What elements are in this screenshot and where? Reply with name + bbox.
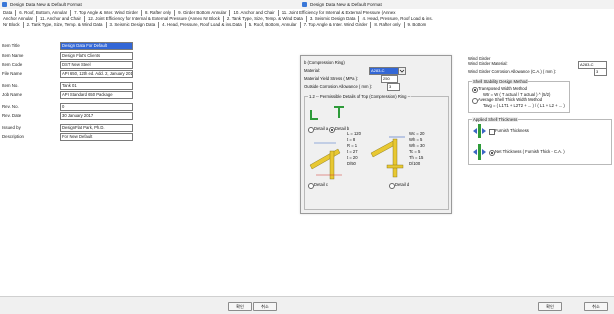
net-thickness-label[interactable]: Net Thickness ( Furnish Thick - C.A. ) — [495, 149, 565, 154]
average-formula: Tavg = ( L1T1 + L2T2 + ... ) / ( L1 + L2… — [483, 103, 565, 108]
form-row-input[interactable]: 0 — [60, 103, 133, 111]
net-thickness-icon — [473, 144, 486, 160]
detail-c-label[interactable]: Detail c — [314, 182, 328, 187]
left-window-title: Design Data New & Default Format — [10, 2, 82, 7]
tab-item[interactable]: 7. Top Angle & Inter. Wind Girder — [299, 22, 371, 28]
form-row-label: File Name — [2, 71, 23, 76]
left-window-title-bar: Design Data New & Default Format — [0, 0, 310, 9]
wind-material-label: Wind Girder Material: — [468, 61, 508, 66]
wind-corrosion-label: Wind Girder Corrosion Allowance (C.A.) (… — [468, 69, 557, 74]
applied-thickness-group: Applied Shell Thickness Furnish Thicknes… — [468, 117, 612, 165]
form-row-label: Item No. — [2, 83, 19, 88]
cancel-button-left[interactable]: 취소 — [253, 302, 277, 311]
left-form-pane: Item Title Design Data For Default Item Na… — [0, 30, 300, 296]
form-row-input[interactable]: DesignFlat Park, Ph.D. — [60, 124, 133, 132]
compression-ring-dialog: b (Compression Ring) Material: A283-C Ma… — [300, 55, 452, 214]
form-row-input[interactable]: Design Flat's Clients — [60, 52, 133, 60]
furnish-thickness-icon — [473, 124, 486, 138]
detail-d-label[interactable]: Detail d — [395, 182, 409, 187]
form-row-label: Description — [2, 134, 24, 139]
tab-item[interactable]: Nr Block — [0, 22, 23, 28]
form-row: Rev. Date 30 January 2017 — [0, 112, 300, 120]
form-row: File Name API 650, 12th ed. Add. 2, Janua… — [0, 70, 300, 78]
yield-stress-label: Material Yield Stress ( MPa ): — [304, 76, 359, 81]
form-row-label: Job Name — [2, 92, 23, 97]
form-row: Item Title Design Data For Default — [0, 42, 300, 50]
average-thick-label[interactable]: Average Shell Thick Width Method — [478, 97, 542, 102]
permissible-details-group: 1.2 -- Permissible Details of Top (Compr… — [304, 94, 449, 210]
form-row-label: Item Name — [2, 53, 24, 58]
furnish-thickness-label[interactable]: Furnish Thickness — [495, 128, 529, 133]
permissible-details-title: 1.2 -- Permissible Details of Top (Compr… — [308, 94, 412, 99]
form-row: Description For New Default — [0, 133, 300, 141]
form-row-label: Rev. Date — [2, 113, 22, 118]
form-row: Item Code DST New Steel — [0, 61, 300, 69]
tab-item[interactable]: 8. Rafter only — [370, 22, 403, 28]
form-row-input[interactable]: API Standard 650 Package — [60, 91, 133, 99]
form-row: Item Name Design Flat's Clients — [0, 52, 300, 60]
detail-b-diagram — [334, 106, 344, 118]
bottom-button-bar: 확인 취소 확인 취소 — [0, 296, 614, 314]
form-row-input[interactable]: Tank 01 — [60, 82, 133, 90]
corrosion-input[interactable]: 3 — [387, 83, 400, 91]
compression-ring-diagram — [309, 142, 342, 180]
form-row: Item No. Tank 01 — [0, 82, 300, 90]
form-row-input[interactable]: Design Data For Default — [60, 42, 133, 50]
dimension-value: D/50 — [347, 161, 356, 166]
form-row-input[interactable]: For New Default — [60, 133, 133, 141]
app-icon — [2, 2, 7, 7]
stability-method-title: Shell Stability Design Method — [472, 79, 529, 84]
yield-stress-input[interactable]: 250 — [381, 75, 398, 83]
transposed-width-label[interactable]: Transposed Width Method — [478, 86, 527, 91]
right-settings-panel: Wind Girder Wind Girder Material: A283-C… — [465, 55, 614, 205]
right-window-title: Design Data New & Default Format — [310, 2, 382, 7]
compression-ring-diagram-2 — [370, 136, 405, 178]
chevron-down-icon[interactable] — [398, 67, 406, 75]
dialog-header: b (Compression Ring) — [304, 60, 345, 65]
material-label: Material: — [304, 68, 321, 73]
form-row: Issued by DesignFlat Park, Ph.D. — [0, 124, 300, 132]
form-row-input[interactable]: API 650, 12th ed. Add. 2, January 2016 — [60, 70, 133, 78]
ok-button-right[interactable]: 확인 — [538, 302, 562, 311]
tab-item[interactable]: 4. Head, Pressure, Roof Load & ins.Data — [158, 22, 245, 28]
form-row-input[interactable]: DST New Steel — [60, 61, 133, 69]
cancel-button-right[interactable]: 취소 — [584, 302, 608, 311]
tab-item[interactable]: 5. Roof, Bottom, Annular — [244, 22, 300, 28]
app-icon — [302, 2, 307, 7]
tab-item[interactable]: 9. Bottom — [403, 22, 430, 28]
detail-a-diagram — [310, 110, 318, 120]
form-row-label: Rev. No. — [2, 104, 19, 109]
corrosion-label: Outside Corrosion Allowance ( mm ): — [304, 84, 373, 89]
wind-corrosion-input[interactable]: 3 — [594, 68, 607, 76]
form-row-label: Issued by — [2, 125, 21, 130]
right-window-title-bar: Design Data New & Default Format — [300, 0, 614, 9]
form-row-label: Item Code — [2, 62, 23, 67]
applied-thickness-title: Applied Shell Thickness — [472, 117, 519, 122]
tab-item[interactable]: 3. Seismic Design Data — [105, 22, 159, 28]
tab-row-3: Nr Block 2. Tank Type, Size, Temp. & Wind… — [0, 22, 614, 28]
form-row: Rev. No. 0 — [0, 103, 300, 111]
form-row: Job Name API Standard 650 Package — [0, 91, 300, 99]
wind-girder-group: Wind Girder Wind Girder Material: A283-C… — [468, 56, 610, 76]
tab-item[interactable]: 2. Tank Type, Size, Temp. & Wind Data — [22, 22, 106, 28]
ok-button-left[interactable]: 확인 — [228, 302, 252, 311]
detail-a-label[interactable]: Detail a — [314, 126, 328, 131]
form-row-label: Item Title — [2, 43, 20, 48]
material-select[interactable]: A283-C — [369, 67, 400, 75]
dimension-value: D/100 — [409, 161, 421, 166]
stability-method-group: Shell Stability Design Method Transposed… — [468, 79, 570, 113]
form-row-input[interactable]: 30 January 2017 — [60, 112, 133, 120]
